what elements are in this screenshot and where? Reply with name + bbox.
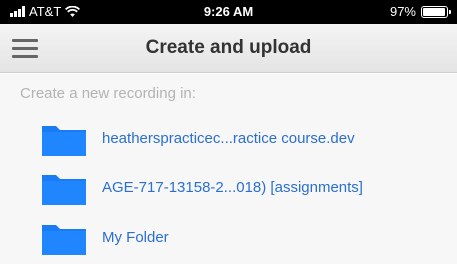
main-content: Create a new recording in: heatherspract… bbox=[0, 74, 457, 264]
status-right: 97% bbox=[389, 4, 451, 19]
header-bar: Create and upload bbox=[0, 24, 457, 73]
battery-fill bbox=[423, 7, 446, 16]
folder-label: AGE-717-13158-2...018) [assignments] bbox=[102, 179, 363, 196]
folder-icon bbox=[42, 175, 86, 205]
battery-percent: 97% bbox=[389, 4, 416, 19]
folder-label: My Folder bbox=[102, 229, 169, 246]
folder-icon bbox=[42, 225, 86, 255]
section-label: Create a new recording in: bbox=[20, 85, 196, 102]
folder-label: heatherspracticec...ractice course.dev bbox=[102, 130, 355, 147]
status-time: 9:26 AM bbox=[203, 4, 254, 19]
status-bar: AT&T 9:26 AM 97% bbox=[0, 0, 457, 24]
page-title: Create and upload bbox=[145, 37, 312, 58]
battery-icon bbox=[421, 5, 451, 18]
folder-row[interactable]: heatherspracticec...ractice course.dev bbox=[0, 118, 457, 162]
folder-row[interactable]: My Folder bbox=[0, 217, 457, 261]
folder-row[interactable]: AGE-717-13158-2...018) [assignments] bbox=[0, 167, 457, 211]
folder-icon bbox=[42, 126, 86, 156]
